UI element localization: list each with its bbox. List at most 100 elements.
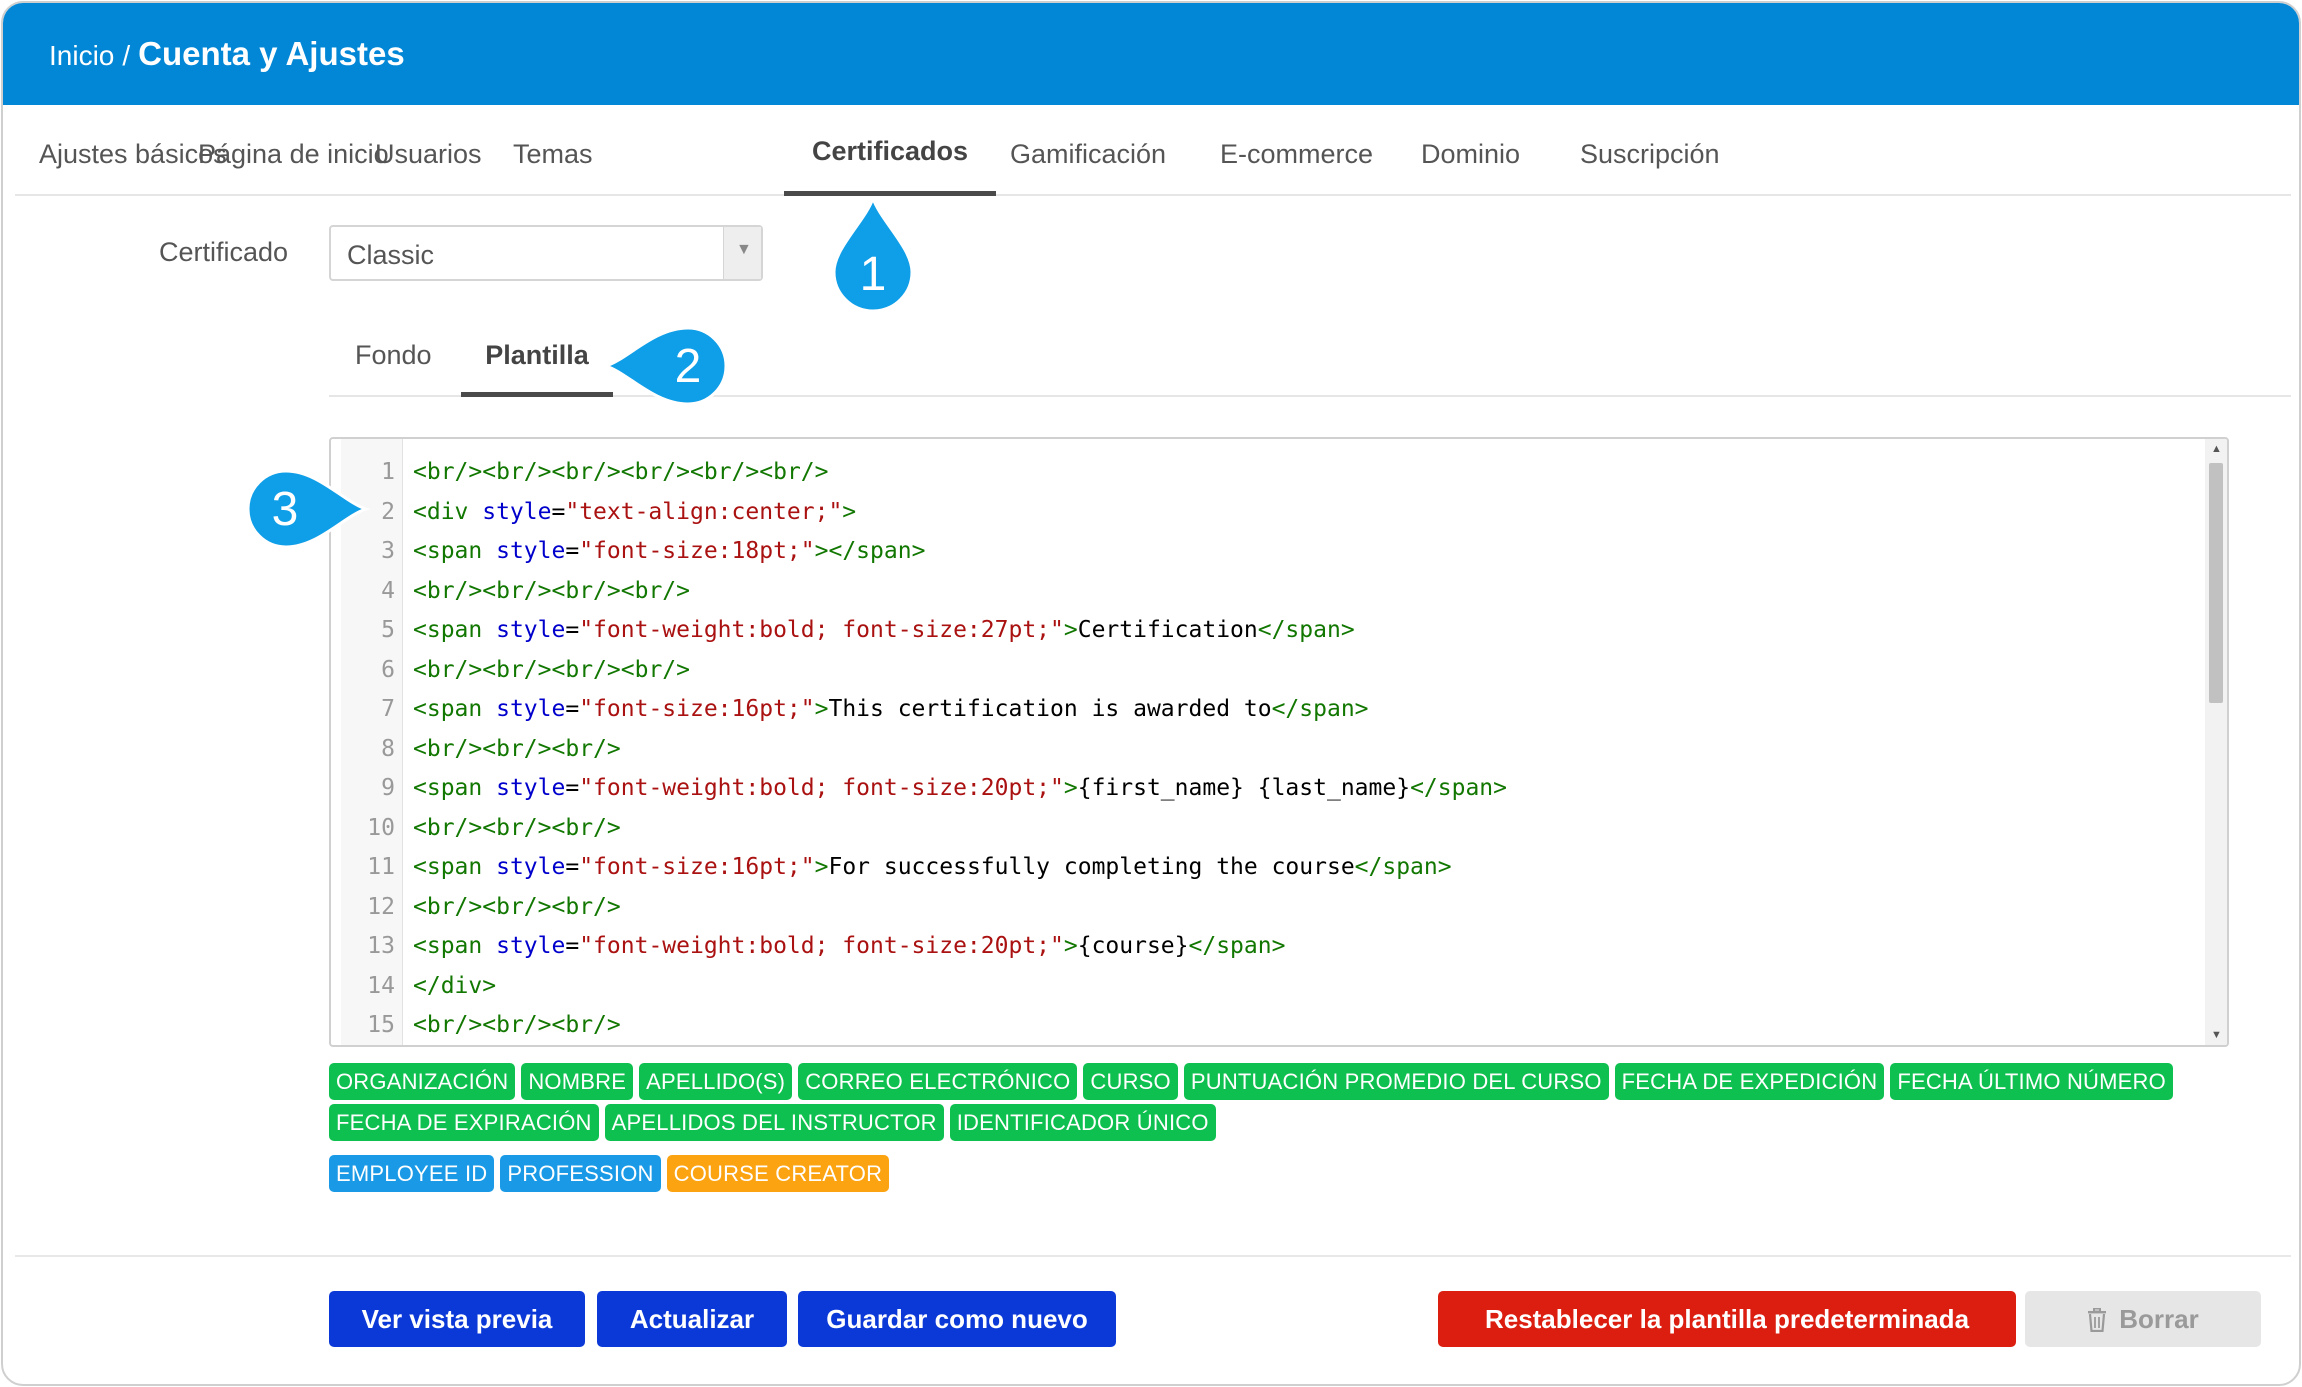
- custom-tag-employee-id[interactable]: EMPLOYEE ID: [329, 1155, 495, 1192]
- tab-suscripcion[interactable]: Suscripción: [1580, 105, 1720, 196]
- code-line[interactable]: 5 <span style="font-weight:bold; font-siz…: [331, 611, 2201, 651]
- placeholder-tag-apellidos[interactable]: APELLIDO(S): [639, 1063, 793, 1100]
- code-text: <br/><br/><br/><br/>: [413, 577, 690, 604]
- code-text: <br/><br/><br/><br/><br/><br/>: [413, 459, 829, 485]
- tab-dominio[interactable]: Dominio: [1421, 105, 1520, 196]
- custom-tag-course-creator[interactable]: COURSE CREATOR: [666, 1155, 890, 1192]
- code-text: <br/><br/><br/><br/>: [413, 656, 690, 683]
- line-number: 8: [381, 735, 395, 762]
- line-number: 9: [381, 775, 395, 801]
- code-line[interactable]: 13 <span style="font-weight:bold; font-si…: [331, 927, 2201, 967]
- code-text: <div style="text-align:center;">: [413, 498, 857, 525]
- certificate-label: Certificado: [159, 237, 289, 267]
- subtab-plantilla[interactable]: Plantilla: [461, 323, 613, 397]
- code-line[interactable]: 6 <br/><br/><br/><br/>: [331, 651, 2201, 691]
- tab-usuarios[interactable]: Usuarios: [375, 105, 482, 196]
- callout-3-marker: 3: [246, 469, 370, 549]
- code-text: <span style="font-weight:bold; font-size…: [413, 775, 1508, 801]
- tab-certificados[interactable]: Certificados: [784, 105, 996, 196]
- tab-gamificacion[interactable]: Gamificación: [1010, 105, 1166, 196]
- placeholder-tag-fecha-expedicion[interactable]: FECHA DE EXPEDICIÓN: [1614, 1063, 1885, 1100]
- line-number: 14: [367, 972, 395, 999]
- placeholder-tag-identificador-unico[interactable]: IDENTIFICADOR ÚNICO: [949, 1104, 1216, 1141]
- reset-template-button[interactable]: Restablecer la plantilla predeterminada: [1438, 1291, 2016, 1347]
- placeholder-tag-organizacion[interactable]: ORGANIZACIÓN: [329, 1063, 516, 1100]
- code-text: <span style="font-weight:bold; font-size…: [413, 617, 1355, 643]
- template-code-editor[interactable]: 1 <br/><br/><br/><br/><br/><br/> 2 <div sty…: [329, 437, 2229, 1047]
- callout-2-marker: 2: [602, 326, 728, 406]
- breadcrumb-separator: /: [122, 40, 131, 71]
- code-line[interactable]: 11 <span style="font-size:16pt;">For succ…: [331, 848, 2201, 888]
- line-number: 10: [367, 814, 395, 841]
- code-text: <br/><br/><br/>: [413, 814, 621, 841]
- code-line[interactable]: 9 <span style="font-weight:bold; font-siz…: [331, 769, 2201, 809]
- settings-window: Inicio / Cuenta y Ajustes Ajustes básico…: [1, 1, 2301, 1386]
- custom-tag-profession[interactable]: PROFESSION: [500, 1155, 661, 1192]
- placeholder-tag-row: ORGANIZACIÓN NOMBRE APELLIDO(S) CORREO E…: [329, 1063, 2229, 1100]
- tab-pagina-de-inicio[interactable]: Página de inicio: [198, 105, 389, 196]
- line-number: 15: [367, 1012, 395, 1038]
- placeholder-tag-fecha-expiracion[interactable]: FECHA DE EXPIRACIÓN: [329, 1104, 599, 1141]
- code-text: </div>: [413, 972, 497, 999]
- code-text: <span style="font-size:16pt;">This certi…: [413, 696, 1369, 722]
- trash-icon: [2088, 1308, 2107, 1332]
- scroll-up-icon[interactable]: ▲: [2211, 443, 2222, 455]
- scroll-down-icon[interactable]: ▼: [2211, 1029, 2222, 1041]
- line-number: 6: [381, 656, 395, 683]
- code-text: <span style="font-size:16pt;">For succes…: [413, 854, 1452, 880]
- code-line[interactable]: 4 <br/><br/><br/><br/>: [331, 572, 2201, 612]
- code-line[interactable]: 8 <br/><br/><br/>: [331, 730, 2201, 770]
- subtab-fondo[interactable]: Fondo: [355, 323, 432, 397]
- placeholder-tag-fecha-ultimo-numero[interactable]: FECHA ÚLTIMO NÚMERO: [1890, 1063, 2173, 1100]
- custom-tag-row: EMPLOYEE ID PROFESSION COURSE CREATOR: [329, 1155, 2229, 1192]
- line-number: 7: [381, 696, 395, 722]
- code-line[interactable]: 3 <span style="font-size:18pt;"></span>: [331, 532, 2201, 572]
- delete-button[interactable]: Borrar: [2025, 1291, 2261, 1347]
- line-number: 13: [367, 933, 395, 959]
- callout-1-number: 1: [860, 248, 887, 301]
- code-lines: 1 <br/><br/><br/><br/><br/><br/> 2 <div sty…: [331, 453, 2201, 1045]
- chevron-down-icon: ▼: [736, 241, 752, 258]
- preview-button[interactable]: Ver vista previa: [329, 1291, 585, 1347]
- update-button[interactable]: Actualizar: [597, 1291, 787, 1347]
- tab-temas[interactable]: Temas: [513, 105, 593, 196]
- placeholder-tag-curso[interactable]: CURSO: [1083, 1063, 1178, 1100]
- placeholder-tags: ORGANIZACIÓN NOMBRE APELLIDO(S) CORREO E…: [329, 1063, 2229, 1196]
- code-line[interactable]: 12 <br/><br/><br/>: [331, 888, 2201, 928]
- code-text: <span style="font-size:18pt;"></span>: [413, 538, 926, 564]
- placeholder-tag-row: FECHA DE EXPIRACIÓN APELLIDOS DEL INSTRU…: [329, 1104, 2229, 1141]
- breadcrumb-home-link[interactable]: Inicio: [49, 40, 114, 72]
- code-line[interactable]: 1 <br/><br/><br/><br/><br/><br/>: [331, 453, 2201, 493]
- footer-divider: [15, 1255, 2291, 1257]
- breadcrumb: Inicio / Cuenta y Ajustes: [49, 35, 405, 73]
- code-line[interactable]: 15 <br/><br/><br/>: [331, 1006, 2201, 1045]
- scrollbar-thumb[interactable]: [2209, 463, 2223, 703]
- select-arrow[interactable]: ▼: [723, 227, 761, 279]
- line-number: 12: [367, 893, 395, 920]
- line-number: 5: [381, 617, 395, 643]
- code-text: <br/><br/><br/>: [413, 735, 621, 762]
- settings-tabs: Ajustes básicos Página de inicio Usuario…: [15, 105, 2291, 196]
- code-text: <br/><br/><br/>: [413, 893, 621, 920]
- placeholder-tag-nombre[interactable]: NOMBRE: [521, 1063, 634, 1100]
- placeholder-tag-apellidos-instructor[interactable]: APELLIDOS DEL INSTRUCTOR: [604, 1104, 944, 1141]
- line-number: 4: [381, 577, 395, 604]
- placeholder-tag-correo[interactable]: CORREO ELECTRÓNICO: [798, 1063, 1078, 1100]
- code-text: <br/><br/><br/>: [413, 1012, 621, 1038]
- save-as-new-button[interactable]: Guardar como nuevo: [798, 1291, 1116, 1347]
- code-line[interactable]: 14 </div>: [331, 967, 2201, 1007]
- certificate-select[interactable]: Classic ▼: [329, 225, 763, 281]
- code-line[interactable]: 2 <div style="text-align:center;">: [331, 493, 2201, 533]
- callout-2-number: 2: [675, 340, 702, 393]
- code-text: <span style="font-weight:bold; font-size…: [413, 933, 1286, 959]
- callout-1-marker: 1: [832, 196, 914, 313]
- code-line[interactable]: 10 <br/><br/><br/>: [331, 809, 2201, 849]
- placeholder-tag-puntuacion[interactable]: PUNTUACIÓN PROMEDIO DEL CURSO: [1183, 1063, 1609, 1100]
- code-line[interactable]: 7 <span style="font-size:16pt;">This cert…: [331, 690, 2201, 730]
- editor-scrollbar[interactable]: ▲ ▼: [2205, 439, 2227, 1045]
- tab-e-commerce[interactable]: E-commerce: [1220, 105, 1373, 196]
- line-number: 11: [367, 854, 395, 880]
- certificate-select-value: Classic: [347, 240, 435, 270]
- page-title: Cuenta y Ajustes: [138, 35, 405, 72]
- callout-3-number: 3: [272, 483, 299, 536]
